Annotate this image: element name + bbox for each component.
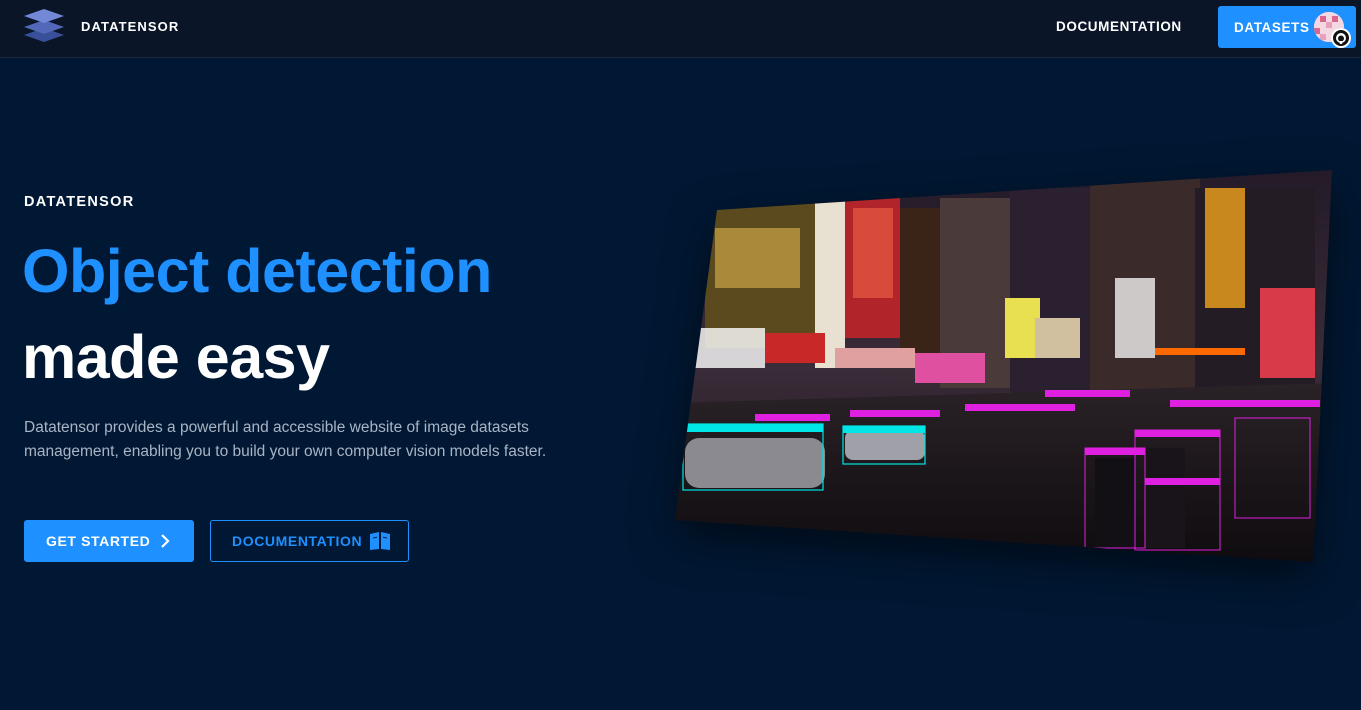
nav-documentation-link[interactable]: DOCUMENTATION [1056,19,1182,34]
get-started-label: GET STARTED [46,533,151,549]
street-detection-image [675,170,1332,562]
hero-headline: made easy [22,323,330,391]
hero-headline-accent: Object detection [22,237,492,305]
github-glyph [1336,33,1346,44]
chevron-right-icon [161,534,170,548]
get-started-button[interactable]: GET STARTED [24,520,194,562]
nav-datasets-label: DATASETS [1234,20,1310,35]
hero-description: Datatensor provides a powerful and acces… [24,419,547,460]
hero-eyebrow: DATATENSOR [24,194,135,210]
documentation-button-label: DOCUMENTATION [232,533,363,549]
layers-logo-icon[interactable] [22,6,66,44]
documentation-button[interactable]: DOCUMENTATION [210,520,409,562]
nav-datasets-button[interactable]: DATASETS [1218,6,1356,48]
book-open-icon [370,532,390,550]
github-icon [1331,28,1351,48]
brand-name[interactable]: DATATENSOR [81,19,179,34]
top-navbar: DATATENSOR DOCUMENTATION DATASETS [0,0,1361,58]
